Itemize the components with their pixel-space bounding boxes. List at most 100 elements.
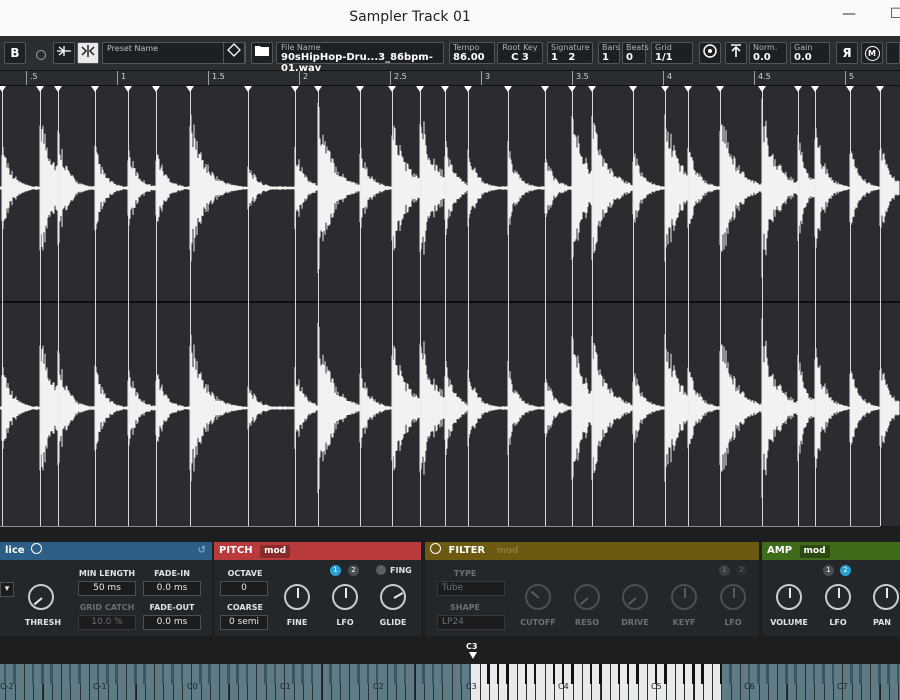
- waveform-display[interactable]: [0, 86, 900, 526]
- slice-marker[interactable]: [128, 86, 129, 526]
- snap-icon[interactable]: [53, 42, 75, 64]
- slice-marker-handle[interactable]: [876, 86, 884, 92]
- slice-marker-handle[interactable]: [36, 86, 44, 92]
- slice-marker[interactable]: [420, 86, 421, 526]
- white-key[interactable]: [573, 664, 583, 700]
- white-key[interactable]: [768, 664, 779, 700]
- timeline-ruler[interactable]: .5 1 1.5 2 2.5 3 3.5 4 4.5 5: [0, 71, 900, 86]
- white-key[interactable]: [341, 664, 351, 700]
- pitch-mod-tab[interactable]: mod: [260, 545, 291, 558]
- slice-marker-handle[interactable]: [464, 86, 472, 92]
- piano-keyboard[interactable]: C3 C-2 C-1 C0 C1 C2 C3 C4 C5 C6 C7: [0, 636, 900, 700]
- fade-in-field[interactable]: 0.0 ms: [143, 581, 201, 596]
- volume-knob[interactable]: [776, 584, 802, 610]
- white-key[interactable]: [861, 664, 872, 700]
- root-key-field[interactable]: Root Key C 3: [497, 42, 543, 64]
- slice-marker[interactable]: [880, 86, 881, 526]
- filter-shape-select[interactable]: LP24: [437, 615, 505, 630]
- preset-menu-icon[interactable]: [223, 42, 245, 64]
- slice-marker-handle[interactable]: [291, 86, 299, 92]
- slice-marker[interactable]: [592, 86, 593, 526]
- slice-marker[interactable]: [850, 86, 851, 526]
- slice-marker[interactable]: [58, 86, 59, 526]
- slice-marker[interactable]: [156, 86, 157, 526]
- extra-icon[interactable]: [886, 42, 900, 64]
- norm-field[interactable]: Norm. 0.0: [749, 42, 787, 64]
- slice-marker-handle[interactable]: [0, 86, 6, 92]
- slice-mode-select[interactable]: ▾: [0, 582, 14, 597]
- slice-marker-handle[interactable]: [91, 86, 99, 92]
- white-key[interactable]: [443, 664, 453, 700]
- keyf-knob[interactable]: [671, 584, 697, 610]
- filter-lfo2-button[interactable]: 2: [736, 565, 747, 576]
- filter-power-icon[interactable]: [430, 543, 441, 554]
- white-key[interactable]: [117, 664, 128, 700]
- filter-type-select[interactable]: Tube: [437, 581, 505, 596]
- white-key[interactable]: [406, 664, 416, 700]
- slice-marker[interactable]: [665, 86, 666, 526]
- white-key[interactable]: [52, 664, 63, 700]
- slice-marker-handle[interactable]: [54, 86, 62, 92]
- slice-marker[interactable]: [798, 86, 799, 526]
- white-key[interactable]: [601, 664, 611, 700]
- slice-marker-handle[interactable]: [716, 86, 724, 92]
- tempo-field[interactable]: Tempo 86.00: [449, 42, 495, 64]
- b-button[interactable]: B: [4, 42, 26, 64]
- slice-marker-handle[interactable]: [758, 86, 766, 92]
- bars-field[interactable]: Bars 1: [598, 42, 620, 64]
- signature-field[interactable]: Signature 1 2: [547, 42, 593, 64]
- white-key[interactable]: [145, 664, 156, 700]
- slice-marker-handle[interactable]: [629, 86, 637, 92]
- slice-marker-handle[interactable]: [846, 86, 854, 92]
- white-key[interactable]: [248, 664, 258, 700]
- pan-knob[interactable]: [873, 584, 899, 610]
- folder-icon[interactable]: [251, 42, 273, 64]
- filter-lfo1-button[interactable]: 1: [719, 565, 730, 576]
- slice-marker[interactable]: [572, 86, 573, 526]
- slice-marker-handle[interactable]: [588, 86, 596, 92]
- white-key[interactable]: [80, 664, 90, 700]
- slice-power-icon[interactable]: [31, 543, 43, 554]
- slice-marker-handle[interactable]: [794, 86, 802, 92]
- white-key[interactable]: [796, 664, 807, 700]
- slice-marker[interactable]: [295, 86, 296, 526]
- white-key[interactable]: [313, 664, 323, 700]
- slice-marker[interactable]: [445, 86, 446, 526]
- slice-marker[interactable]: [633, 86, 634, 526]
- slice-marker[interactable]: [318, 86, 319, 526]
- filter-mod-tab[interactable]: mod: [492, 545, 523, 558]
- slice-marker-handle[interactable]: [356, 86, 364, 92]
- pitch-lfo2-button[interactable]: 2: [348, 565, 359, 576]
- file-name-field[interactable]: File Name 90sHipHop-Dru...3_86bpm-01.wav: [276, 42, 444, 74]
- pitch-lfo1-button[interactable]: 1: [330, 565, 341, 576]
- slice-marker[interactable]: [392, 86, 393, 526]
- m-button[interactable]: M: [861, 42, 883, 64]
- coarse-field[interactable]: 0 semi: [220, 615, 268, 630]
- slice-marker[interactable]: [95, 86, 96, 526]
- thresh-knob[interactable]: [28, 584, 54, 610]
- white-key[interactable]: [536, 664, 546, 700]
- slice-marker-handle[interactable]: [124, 86, 132, 92]
- white-key[interactable]: [731, 664, 741, 700]
- white-key[interactable]: [638, 664, 648, 700]
- slice-marker-handle[interactable]: [388, 86, 396, 92]
- cutoff-knob[interactable]: [525, 584, 551, 610]
- white-key[interactable]: [703, 664, 714, 700]
- reso-knob[interactable]: [574, 584, 600, 610]
- fine-knob[interactable]: [284, 584, 310, 610]
- slice-marker[interactable]: [40, 86, 41, 526]
- slice-marker-handle[interactable]: [541, 86, 549, 92]
- slice-marker-handle[interactable]: [152, 86, 160, 92]
- amp-lfo-knob[interactable]: [825, 584, 851, 610]
- normalize-icon[interactable]: [725, 42, 747, 64]
- slice-marker[interactable]: [815, 86, 816, 526]
- amp-mod-tab[interactable]: mod: [799, 545, 830, 558]
- white-key[interactable]: [15, 664, 25, 700]
- slice-marker-handle[interactable]: [186, 86, 194, 92]
- slice-marker-handle[interactable]: [684, 86, 692, 92]
- slice-marker[interactable]: [508, 86, 509, 526]
- slice-marker[interactable]: [545, 86, 546, 526]
- slice-marker[interactable]: [360, 86, 361, 526]
- minimize-button[interactable]: —: [842, 6, 856, 22]
- record-dot-icon[interactable]: [36, 50, 46, 60]
